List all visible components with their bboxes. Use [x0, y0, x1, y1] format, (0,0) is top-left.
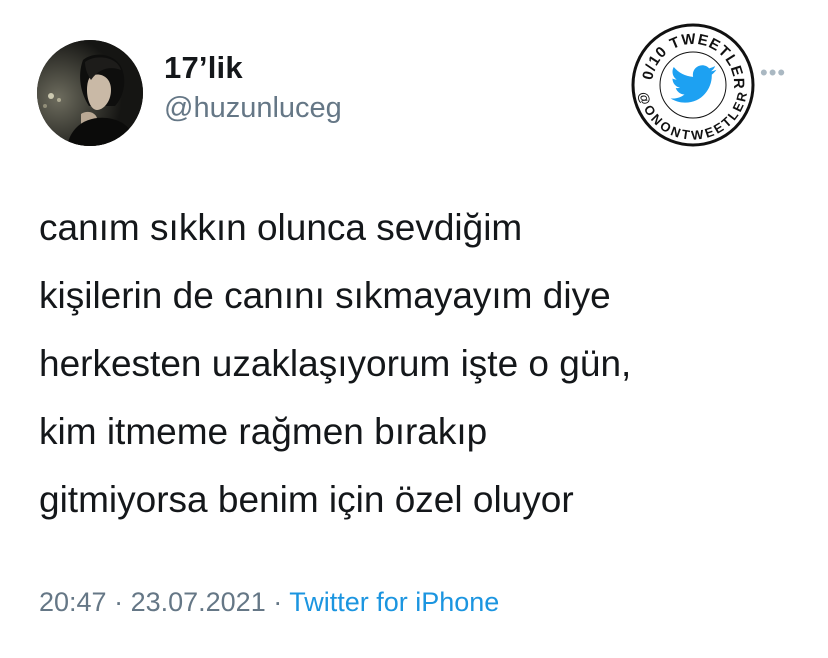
- tweet-date[interactable]: 23.07.2021: [131, 587, 266, 617]
- tweet-meta: 20:47 · 23.07.2021 · Twitter for iPhone: [39, 582, 499, 622]
- tweet-line: canım sıkkın olunca sevdiğim: [39, 207, 523, 248]
- watermark-badge: 10/10 TWEETLER @ONONTWEETLER: [625, 9, 756, 148]
- meta-separator: ·: [106, 587, 131, 617]
- watermark-badge-graphic: 10/10 TWEETLER @ONONTWEETLER: [625, 9, 755, 147]
- tweet-text: canım sıkkın olunca sevdiğim kişilerin d…: [39, 194, 809, 534]
- meta-separator: ·: [265, 587, 290, 617]
- avatar-photo: [37, 40, 143, 146]
- more-options-button[interactable]: •••: [760, 60, 786, 86]
- tweet-line: herkesten uzaklaşıyorum işte o gün,: [39, 343, 632, 384]
- handle[interactable]: @huzunluceg: [164, 88, 342, 128]
- author-info[interactable]: 17’lik @huzunluceg: [164, 50, 342, 128]
- tweet-line: gitmiyorsa benim için özel oluyor: [39, 479, 574, 520]
- tweet-card: 17’lik @huzunluceg 10/10 TWEETLER @ONONT…: [0, 0, 828, 658]
- tweet-line: kim itmeme rağmen bırakıp: [39, 411, 488, 452]
- tweet-source-link[interactable]: Twitter for iPhone: [289, 587, 499, 617]
- avatar[interactable]: [37, 40, 143, 146]
- display-name[interactable]: 17’lik: [164, 50, 342, 86]
- tweet-time[interactable]: 20:47: [39, 587, 107, 617]
- more-dots-icon[interactable]: •••: [760, 60, 786, 85]
- tweet-line: kişilerin de canını sıkmayayım diye: [39, 275, 611, 316]
